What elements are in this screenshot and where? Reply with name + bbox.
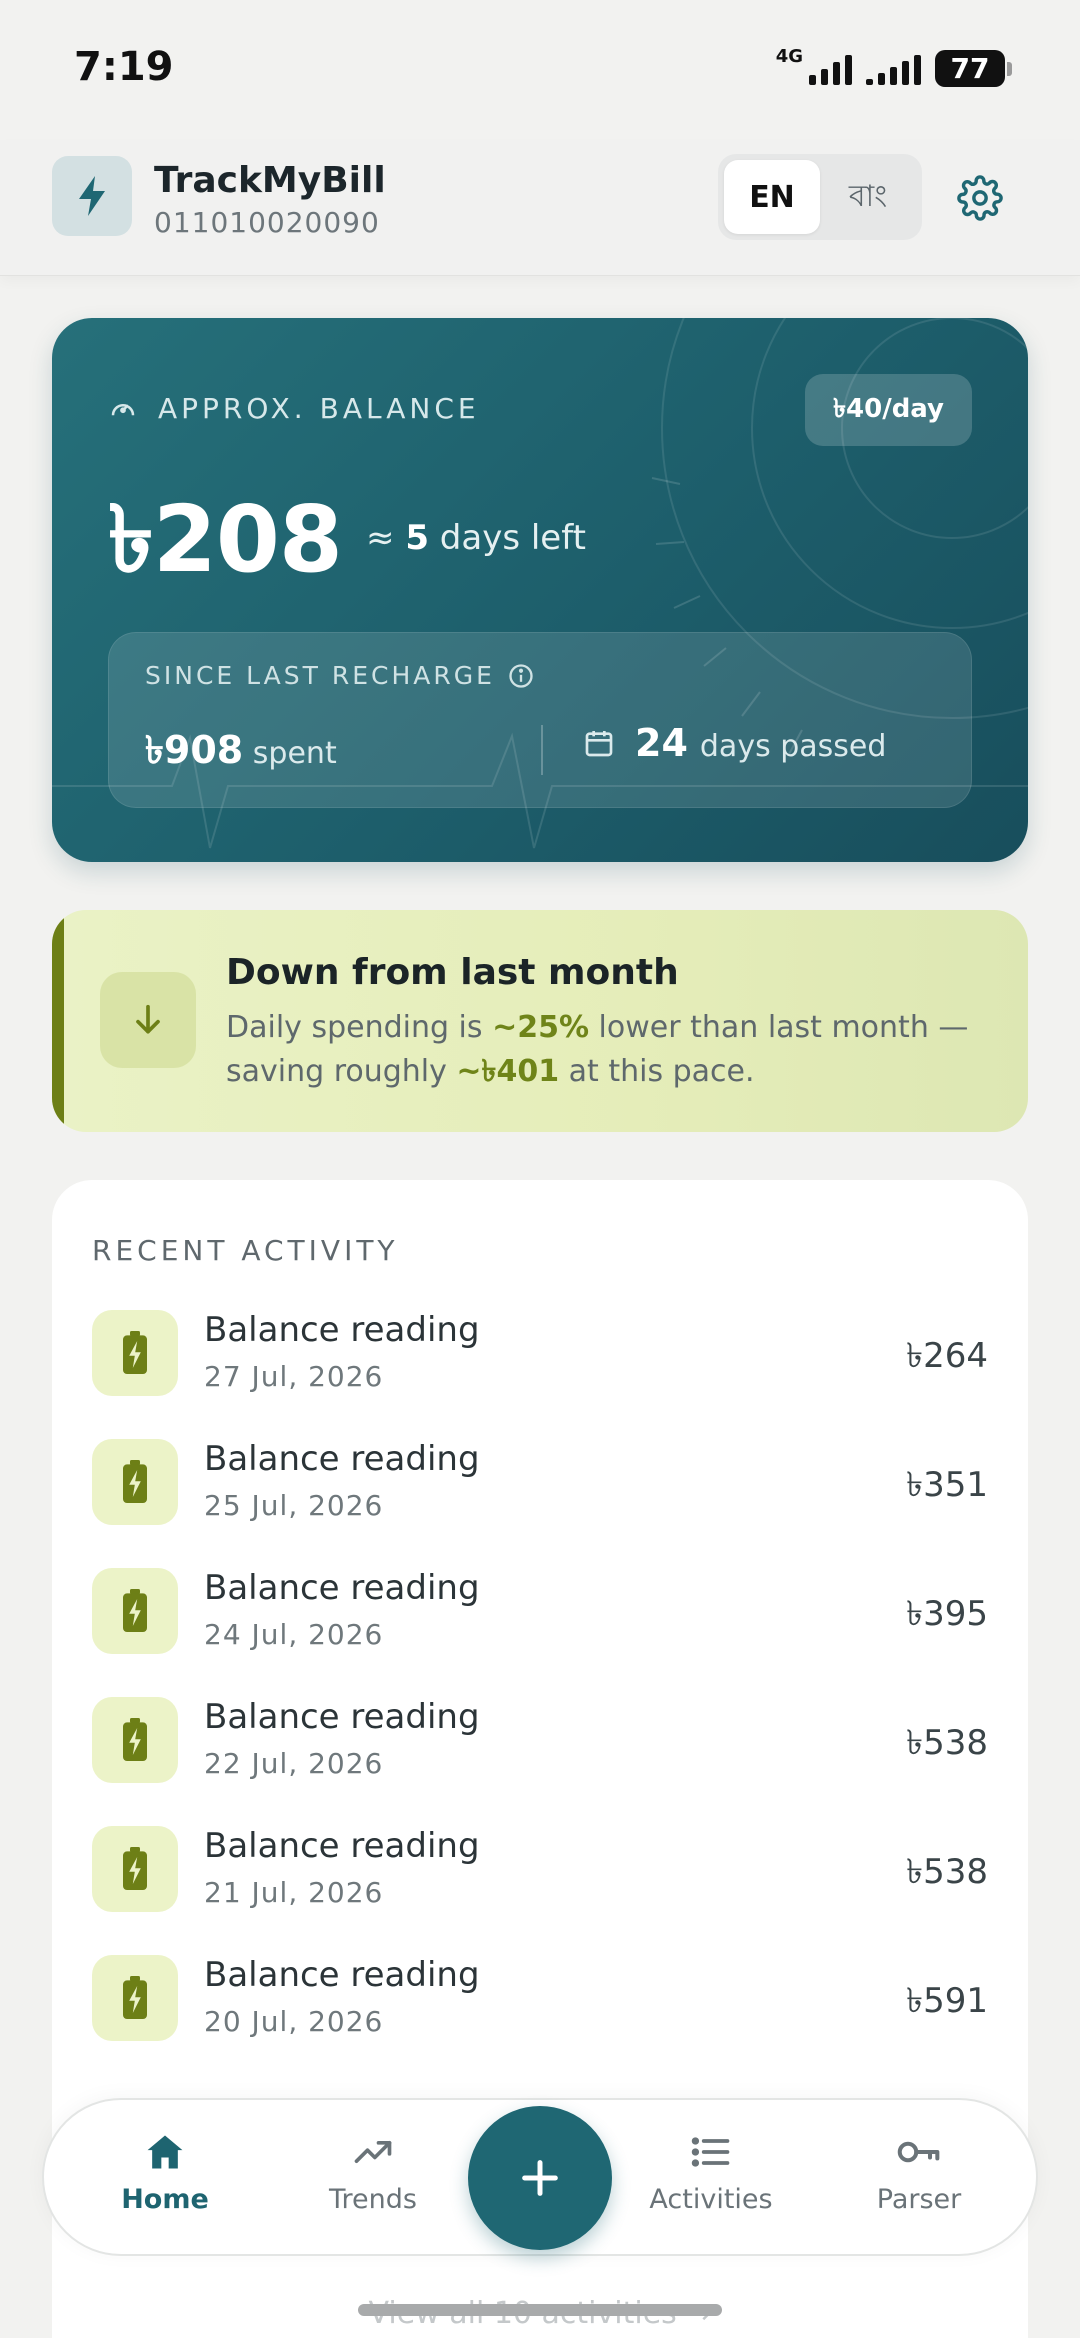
spending-insight-card[interactable]: Down from last month Daily spending is ~… <box>52 910 1028 1132</box>
activity-amount: ৳264 <box>906 1336 988 1376</box>
insight-title: Down from last month <box>226 952 679 993</box>
activity-title: Balance reading <box>204 1310 480 1350</box>
trending-up-icon <box>354 2141 392 2163</box>
nav-parser-label: Parser <box>876 2184 962 2215</box>
battery-charging-icon <box>92 1310 178 1396</box>
language-toggle: EN বাং <box>718 154 922 240</box>
cellular-signal-icon <box>809 53 852 85</box>
status-time: 7:19 <box>74 44 174 90</box>
battery-charging-icon <box>92 1826 178 1912</box>
activity-date: 20 Jul, 2026 <box>204 2005 384 2038</box>
activity-title: Balance reading <box>204 1439 480 1479</box>
spent-text: spent <box>252 736 337 771</box>
activity-amount: ৳395 <box>906 1594 988 1634</box>
battery-icon: 77 <box>935 50 1012 87</box>
activity-amount: ৳591 <box>906 1981 988 2021</box>
nav-home-label: Home <box>121 2184 209 2215</box>
app-logo <box>52 156 132 236</box>
list-item[interactable]: Balance reading 24 Jul, 2026 ৳395 <box>52 1568 1028 1697</box>
balance-amount: ৳208 <box>108 486 343 593</box>
list-item[interactable]: Balance reading 27 Jul, 2026 ৳264 <box>52 1310 1028 1439</box>
insight-text: Daily spending is ~25% lower than last m… <box>226 1010 969 1089</box>
battery-level: 77 <box>935 50 1005 87</box>
days-passed-value: 24 <box>635 721 688 765</box>
app-title: TrackMyBill <box>154 160 386 201</box>
app-header: TrackMyBill 011010020090 EN বাং <box>0 140 1080 276</box>
balance-label-row: APPROX. BALANCE <box>108 392 480 425</box>
insight-accent-bar <box>52 910 64 1132</box>
nav-trends[interactable]: Trends <box>288 2130 458 2215</box>
wifi-signal-icon <box>866 53 921 85</box>
activity-title: Balance reading <box>204 1568 480 1608</box>
calendar-icon <box>585 731 613 757</box>
activity-amount: ৳351 <box>906 1465 988 1505</box>
days-left: ≈ 5 days left <box>366 518 586 558</box>
list-icon <box>691 2137 730 2167</box>
days-passed-stat: 24 days passed <box>583 721 886 765</box>
lang-option-en[interactable]: EN <box>724 160 820 234</box>
list-item[interactable]: Balance reading 25 Jul, 2026 ৳351 <box>52 1439 1028 1568</box>
spent-value: ৳908 <box>145 728 244 772</box>
lang-option-bn[interactable]: বাং <box>820 160 916 234</box>
activity-date: 25 Jul, 2026 <box>204 1489 384 1522</box>
status-indicators: 4G 77 <box>776 46 1012 87</box>
nav-parser[interactable]: Parser <box>834 2130 1004 2215</box>
key-icon <box>897 2141 940 2163</box>
insight-saving: ~৳401 <box>456 1054 560 1089</box>
gear-icon <box>957 175 1003 221</box>
add-reading-button[interactable] <box>468 2106 612 2250</box>
activity-list: Balance reading 27 Jul, 2026 ৳264 Balanc… <box>52 1310 1028 2084</box>
activity-date: 21 Jul, 2026 <box>204 1876 384 1909</box>
stat-divider <box>541 725 543 775</box>
account-number: 011010020090 <box>154 206 380 239</box>
network-type: 4G <box>775 46 803 67</box>
insight-percent: ~25% <box>492 1010 590 1045</box>
lightning-icon <box>79 176 105 216</box>
since-recharge-box: SINCE LAST RECHARGE ৳908 spent 24 days pa… <box>108 632 972 808</box>
plus-icon <box>522 2160 558 2196</box>
status-bar: 7:19 4G 77 <box>0 0 1080 140</box>
battery-charging-icon <box>92 1697 178 1783</box>
list-item[interactable]: Balance reading 22 Jul, 2026 ৳538 <box>52 1697 1028 1826</box>
since-recharge-label-row: SINCE LAST RECHARGE <box>145 661 535 690</box>
activity-amount: ৳538 <box>906 1723 988 1763</box>
home-icon <box>147 2135 183 2169</box>
approx-symbol: ≈ <box>366 518 395 558</box>
since-recharge-label: SINCE LAST RECHARGE <box>145 661 495 690</box>
activity-date: 22 Jul, 2026 <box>204 1747 384 1780</box>
list-item[interactable]: Balance reading 21 Jul, 2026 ৳538 <box>52 1826 1028 1955</box>
nav-activities[interactable]: Activities <box>626 2130 796 2215</box>
home-indicator[interactable] <box>358 2304 722 2316</box>
info-icon[interactable] <box>507 662 535 690</box>
days-left-value: 5 <box>405 518 429 558</box>
battery-charging-icon <box>92 1439 178 1525</box>
activity-title: Balance reading <box>204 1826 480 1866</box>
activity-title: Balance reading <box>204 1697 480 1737</box>
balance-label: APPROX. BALANCE <box>158 392 480 425</box>
battery-charging-icon <box>92 1955 178 2041</box>
activity-title: Balance reading <box>204 1955 480 1995</box>
balance-card[interactable]: APPROX. BALANCE ৳40/day ৳208 ≈ 5 days le… <box>52 318 1028 862</box>
activity-date: 24 Jul, 2026 <box>204 1618 384 1651</box>
speedometer-icon <box>111 403 135 415</box>
days-left-text: days left <box>439 518 586 558</box>
list-item[interactable]: Balance reading 20 Jul, 2026 ৳591 <box>52 1955 1028 2084</box>
days-passed-text: days passed <box>699 729 887 764</box>
nav-activities-label: Activities <box>649 2184 773 2215</box>
activity-date: 27 Jul, 2026 <box>204 1360 384 1393</box>
recent-activity-heading: RECENT ACTIVITY <box>92 1234 399 1267</box>
settings-button[interactable] <box>952 170 1008 226</box>
arrow-down-icon <box>136 1004 160 1034</box>
spent-stat: ৳908 spent <box>145 721 337 785</box>
insight-icon-box <box>100 972 196 1068</box>
daily-rate-badge: ৳40/day <box>805 374 972 446</box>
activity-amount: ৳538 <box>906 1852 988 1892</box>
nav-home[interactable]: Home <box>80 2130 250 2215</box>
battery-charging-icon <box>92 1568 178 1654</box>
nav-trends-label: Trends <box>329 2184 417 2215</box>
